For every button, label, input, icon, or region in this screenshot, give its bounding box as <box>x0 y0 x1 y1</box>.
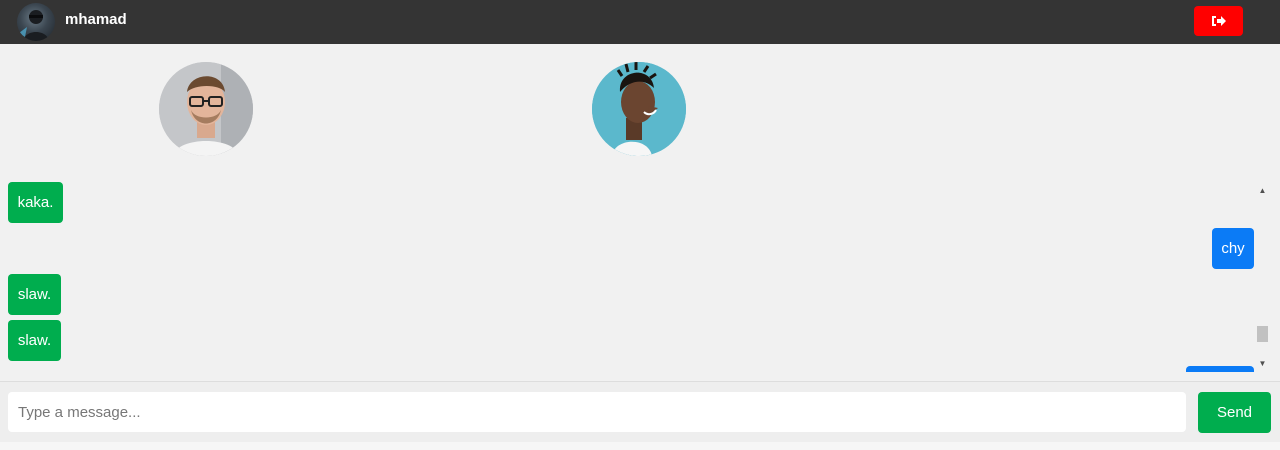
message-input[interactable] <box>8 392 1186 432</box>
scroll-up-arrow-icon[interactable]: ▲ <box>1254 182 1271 199</box>
username-label: mhamad <box>65 11 127 28</box>
message-list[interactable]: kaka. chy slaw. slaw. <box>0 182 1254 372</box>
man-with-glasses-avatar <box>159 62 253 156</box>
smiling-man-avatar <box>592 62 686 156</box>
top-navbar: mhamad <box>0 0 1280 44</box>
message-incoming: slaw. <box>8 320 61 361</box>
message-incoming: slaw. <box>8 274 61 315</box>
scrollbar-thumb[interactable] <box>1257 326 1268 342</box>
sign-out-icon <box>1211 16 1226 26</box>
message-incoming: kaka. <box>8 182 63 223</box>
scroll-down-arrow-icon[interactable]: ▼ <box>1254 355 1271 372</box>
send-button[interactable]: Send <box>1198 392 1271 433</box>
user-avatar-image <box>19 10 49 41</box>
message-composer: Send <box>0 381 1280 442</box>
logout-button[interactable] <box>1194 6 1243 36</box>
contact-avatar-2[interactable] <box>592 62 686 156</box>
message-list-scrollbar[interactable]: ▲ ▼ <box>1254 182 1271 372</box>
message-outgoing <box>1186 366 1254 372</box>
contact-avatar-1[interactable] <box>159 62 253 156</box>
footer-strip <box>0 442 1280 450</box>
user-avatar[interactable] <box>17 3 55 41</box>
message-outgoing: chy <box>1212 228 1254 269</box>
